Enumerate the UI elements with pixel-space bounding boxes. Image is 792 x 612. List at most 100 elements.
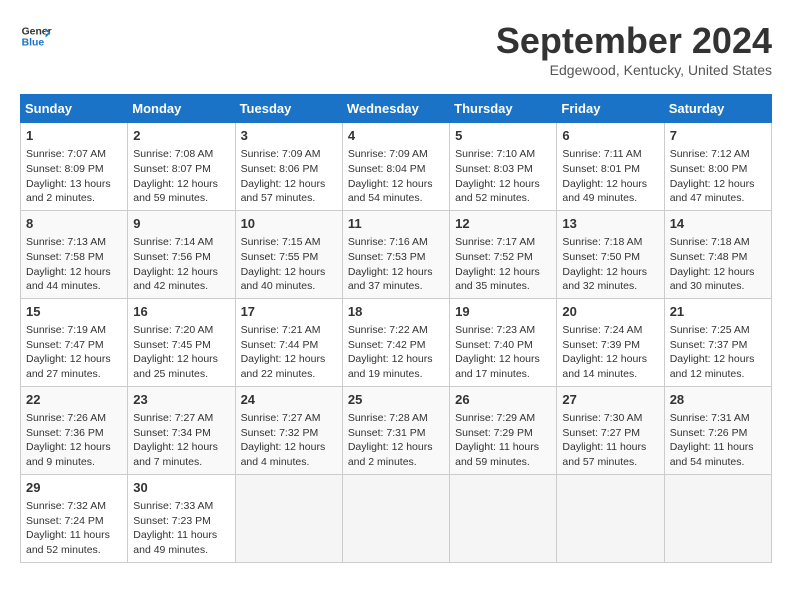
day-number: 8 bbox=[26, 215, 122, 233]
sunrise-text: Sunrise: 7:13 AM bbox=[26, 236, 106, 248]
daylight-text: Daylight: 11 hours and 59 minutes. bbox=[455, 441, 539, 468]
day-number: 17 bbox=[241, 303, 337, 321]
sunset-text: Sunset: 7:39 PM bbox=[562, 339, 640, 351]
title-block: September 2024 Edgewood, Kentucky, Unite… bbox=[496, 20, 772, 78]
col-saturday: Saturday bbox=[664, 95, 771, 123]
sunrise-text: Sunrise: 7:26 AM bbox=[26, 412, 106, 424]
day-number: 20 bbox=[562, 303, 658, 321]
sunrise-text: Sunrise: 7:23 AM bbox=[455, 324, 535, 336]
daylight-text: Daylight: 12 hours and 7 minutes. bbox=[133, 441, 218, 468]
sunrise-text: Sunrise: 7:17 AM bbox=[455, 236, 535, 248]
calendar-cell: 1Sunrise: 7:07 AMSunset: 8:09 PMDaylight… bbox=[21, 123, 128, 211]
calendar-cell: 17Sunrise: 7:21 AMSunset: 7:44 PMDayligh… bbox=[235, 298, 342, 386]
day-number: 1 bbox=[26, 127, 122, 145]
day-number: 11 bbox=[348, 215, 444, 233]
svg-text:Blue: Blue bbox=[22, 38, 45, 49]
calendar-cell: 4Sunrise: 7:09 AMSunset: 8:04 PMDaylight… bbox=[342, 123, 449, 211]
calendar-cell: 29Sunrise: 7:32 AMSunset: 7:24 PMDayligh… bbox=[21, 474, 128, 562]
col-sunday: Sunday bbox=[21, 95, 128, 123]
calendar-cell: 30Sunrise: 7:33 AMSunset: 7:23 PMDayligh… bbox=[128, 474, 235, 562]
calendar-cell: 23Sunrise: 7:27 AMSunset: 7:34 PMDayligh… bbox=[128, 386, 235, 474]
daylight-text: Daylight: 12 hours and 9 minutes. bbox=[26, 441, 111, 468]
sunset-text: Sunset: 7:27 PM bbox=[562, 427, 640, 439]
col-monday: Monday bbox=[128, 95, 235, 123]
sunrise-text: Sunrise: 7:12 AM bbox=[670, 148, 750, 160]
calendar-cell: 20Sunrise: 7:24 AMSunset: 7:39 PMDayligh… bbox=[557, 298, 664, 386]
calendar-week-row: 29Sunrise: 7:32 AMSunset: 7:24 PMDayligh… bbox=[21, 474, 772, 562]
calendar-cell: 22Sunrise: 7:26 AMSunset: 7:36 PMDayligh… bbox=[21, 386, 128, 474]
sunset-text: Sunset: 7:37 PM bbox=[670, 339, 748, 351]
sunset-text: Sunset: 8:00 PM bbox=[670, 163, 748, 175]
day-number: 3 bbox=[241, 127, 337, 145]
sunrise-text: Sunrise: 7:32 AM bbox=[26, 500, 106, 512]
sunset-text: Sunset: 7:48 PM bbox=[670, 251, 748, 263]
calendar-week-row: 22Sunrise: 7:26 AMSunset: 7:36 PMDayligh… bbox=[21, 386, 772, 474]
day-number: 16 bbox=[133, 303, 229, 321]
day-number: 30 bbox=[133, 479, 229, 497]
calendar-cell: 10Sunrise: 7:15 AMSunset: 7:55 PMDayligh… bbox=[235, 210, 342, 298]
sunrise-text: Sunrise: 7:18 AM bbox=[670, 236, 750, 248]
col-friday: Friday bbox=[557, 95, 664, 123]
month-title: September 2024 bbox=[496, 20, 772, 62]
daylight-text: Daylight: 12 hours and 19 minutes. bbox=[348, 353, 433, 380]
daylight-text: Daylight: 12 hours and 27 minutes. bbox=[26, 353, 111, 380]
calendar-cell bbox=[342, 474, 449, 562]
calendar-cell: 2Sunrise: 7:08 AMSunset: 8:07 PMDaylight… bbox=[128, 123, 235, 211]
daylight-text: Daylight: 12 hours and 17 minutes. bbox=[455, 353, 540, 380]
sunrise-text: Sunrise: 7:14 AM bbox=[133, 236, 213, 248]
day-number: 7 bbox=[670, 127, 766, 145]
calendar-table: Sunday Monday Tuesday Wednesday Thursday… bbox=[20, 94, 772, 563]
day-number: 28 bbox=[670, 391, 766, 409]
day-number: 2 bbox=[133, 127, 229, 145]
sunset-text: Sunset: 7:45 PM bbox=[133, 339, 211, 351]
sunrise-text: Sunrise: 7:18 AM bbox=[562, 236, 642, 248]
sunrise-text: Sunrise: 7:27 AM bbox=[241, 412, 321, 424]
calendar-cell: 15Sunrise: 7:19 AMSunset: 7:47 PMDayligh… bbox=[21, 298, 128, 386]
sunset-text: Sunset: 8:04 PM bbox=[348, 163, 426, 175]
daylight-text: Daylight: 12 hours and 59 minutes. bbox=[133, 178, 218, 205]
day-number: 23 bbox=[133, 391, 229, 409]
calendar-cell bbox=[557, 474, 664, 562]
sunset-text: Sunset: 8:03 PM bbox=[455, 163, 533, 175]
calendar-cell: 11Sunrise: 7:16 AMSunset: 7:53 PMDayligh… bbox=[342, 210, 449, 298]
sunrise-text: Sunrise: 7:21 AM bbox=[241, 324, 321, 336]
day-number: 15 bbox=[26, 303, 122, 321]
calendar-cell: 3Sunrise: 7:09 AMSunset: 8:06 PMDaylight… bbox=[235, 123, 342, 211]
calendar-week-row: 1Sunrise: 7:07 AMSunset: 8:09 PMDaylight… bbox=[21, 123, 772, 211]
sunrise-text: Sunrise: 7:33 AM bbox=[133, 500, 213, 512]
day-number: 5 bbox=[455, 127, 551, 145]
sunset-text: Sunset: 7:23 PM bbox=[133, 515, 211, 527]
sunrise-text: Sunrise: 7:28 AM bbox=[348, 412, 428, 424]
day-number: 12 bbox=[455, 215, 551, 233]
daylight-text: Daylight: 12 hours and 57 minutes. bbox=[241, 178, 326, 205]
logo: General Blue bbox=[20, 20, 52, 52]
sunrise-text: Sunrise: 7:19 AM bbox=[26, 324, 106, 336]
daylight-text: Daylight: 11 hours and 54 minutes. bbox=[670, 441, 754, 468]
calendar-cell: 6Sunrise: 7:11 AMSunset: 8:01 PMDaylight… bbox=[557, 123, 664, 211]
day-number: 4 bbox=[348, 127, 444, 145]
day-number: 6 bbox=[562, 127, 658, 145]
calendar-cell bbox=[664, 474, 771, 562]
calendar-cell: 13Sunrise: 7:18 AMSunset: 7:50 PMDayligh… bbox=[557, 210, 664, 298]
sunset-text: Sunset: 8:09 PM bbox=[26, 163, 104, 175]
daylight-text: Daylight: 12 hours and 2 minutes. bbox=[348, 441, 433, 468]
daylight-text: Daylight: 12 hours and 35 minutes. bbox=[455, 266, 540, 293]
daylight-text: Daylight: 12 hours and 40 minutes. bbox=[241, 266, 326, 293]
location-title: Edgewood, Kentucky, United States bbox=[496, 62, 772, 78]
daylight-text: Daylight: 12 hours and 32 minutes. bbox=[562, 266, 647, 293]
sunrise-text: Sunrise: 7:30 AM bbox=[562, 412, 642, 424]
sunset-text: Sunset: 8:07 PM bbox=[133, 163, 211, 175]
sunrise-text: Sunrise: 7:09 AM bbox=[348, 148, 428, 160]
calendar-cell: 21Sunrise: 7:25 AMSunset: 7:37 PMDayligh… bbox=[664, 298, 771, 386]
calendar-cell: 5Sunrise: 7:10 AMSunset: 8:03 PMDaylight… bbox=[450, 123, 557, 211]
sunset-text: Sunset: 7:44 PM bbox=[241, 339, 319, 351]
daylight-text: Daylight: 13 hours and 2 minutes. bbox=[26, 178, 111, 205]
day-number: 9 bbox=[133, 215, 229, 233]
calendar-cell: 18Sunrise: 7:22 AMSunset: 7:42 PMDayligh… bbox=[342, 298, 449, 386]
sunset-text: Sunset: 7:32 PM bbox=[241, 427, 319, 439]
sunset-text: Sunset: 7:31 PM bbox=[348, 427, 426, 439]
sunrise-text: Sunrise: 7:20 AM bbox=[133, 324, 213, 336]
col-thursday: Thursday bbox=[450, 95, 557, 123]
logo-icon: General Blue bbox=[20, 20, 52, 52]
sunrise-text: Sunrise: 7:11 AM bbox=[562, 148, 641, 160]
